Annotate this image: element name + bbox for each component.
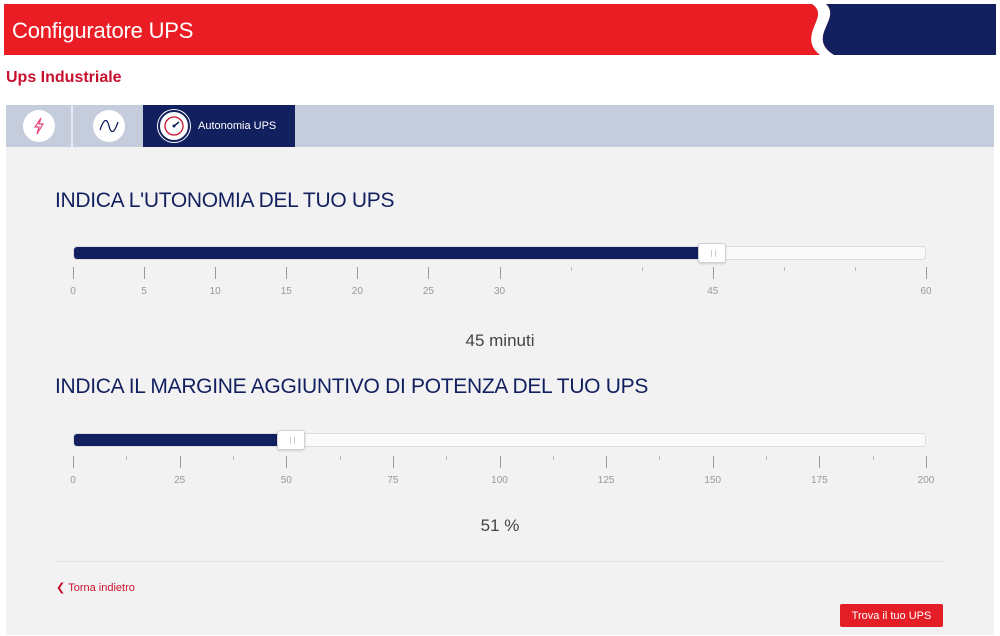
autonomy-title: INDICA L'UTONOMIA DEL TUO UPS — [55, 189, 395, 212]
minor-tick — [126, 456, 128, 460]
minor-tick — [783, 267, 785, 271]
minor-tick — [641, 267, 643, 271]
minor-tick — [232, 456, 234, 460]
major-tick — [357, 267, 359, 279]
minor-tick — [570, 267, 572, 271]
app-title: Configuratore UPS — [12, 18, 194, 43]
major-tick — [286, 267, 288, 279]
gauge-icon — [158, 110, 190, 142]
margin-scale: 0 25 50 75 100 125 150 175 200 — [70, 456, 934, 496]
minor-tick — [446, 456, 448, 460]
tick-label: 20 — [351, 286, 363, 297]
back-link-label: Torna indietro — [68, 581, 135, 594]
sine-wave-icon — [92, 110, 125, 142]
autonomy-slider[interactable] — [73, 243, 926, 263]
margin-value: 51 % — [480, 516, 520, 535]
major-tick — [926, 456, 927, 468]
tick-label: 150 — [704, 475, 722, 486]
brand-swoosh-icon — [811, 4, 996, 55]
chevron-left-icon: ❮ — [56, 582, 66, 594]
tab-waveform[interactable] — [75, 105, 142, 147]
major-tick — [428, 267, 430, 279]
tick-label: 200 — [917, 475, 935, 486]
tick-label: 100 — [491, 475, 508, 486]
major-tick — [73, 267, 74, 279]
autonomy-scale: 0 5 10 15 20 25 30 45 60 — [70, 267, 932, 307]
major-tick — [819, 456, 821, 468]
minor-tick — [552, 456, 554, 460]
tick-label: 10 — [209, 286, 221, 297]
tick-label: 45 — [707, 286, 719, 297]
tab-power[interactable] — [6, 105, 73, 147]
minor-tick — [659, 456, 661, 460]
minor-tick — [766, 456, 768, 460]
tab-autonomy[interactable]: Autonomia UPS — [143, 105, 295, 147]
autonomy-slider-handle[interactable] — [698, 243, 727, 263]
tick-label: 15 — [280, 286, 292, 297]
main-content: INDICA L'UTONOMIA DEL TUO UPS 0 5 10 15 20 25… — [6, 147, 994, 635]
major-tick — [926, 267, 927, 279]
major-tick — [73, 456, 74, 468]
major-tick — [499, 456, 501, 468]
tick-label: 25 — [174, 475, 186, 486]
major-tick — [392, 456, 394, 468]
divider — [55, 561, 945, 562]
step-tabbar: Autonomia UPS — [6, 105, 994, 147]
margin-slider[interactable] — [73, 430, 926, 450]
major-tick — [286, 456, 288, 468]
major-tick — [499, 267, 501, 279]
back-link[interactable]: ❮ Torna indietro — [56, 581, 135, 595]
tick-label: 125 — [597, 475, 615, 486]
autonomy-value: 45 minuti — [465, 331, 535, 350]
tick-label: 25 — [422, 286, 434, 297]
major-tick — [144, 267, 146, 279]
minor-tick — [872, 456, 874, 460]
tick-label: 50 — [280, 475, 292, 486]
margin-slider-fill — [74, 434, 291, 446]
margin-slider-handle[interactable] — [277, 430, 305, 450]
major-tick — [712, 456, 714, 468]
autonomy-slider-fill — [74, 247, 713, 259]
major-tick — [606, 456, 608, 468]
major-tick — [712, 267, 714, 279]
tick-label: 5 — [141, 286, 147, 297]
major-tick — [215, 267, 217, 279]
app-header: Configuratore UPS — [4, 4, 996, 55]
tick-label: 30 — [493, 286, 506, 297]
minor-tick — [854, 267, 856, 271]
page-subtitle: Ups Industriale — [6, 69, 122, 86]
tick-label: 0 — [70, 286, 76, 297]
tick-label: 0 — [70, 475, 76, 486]
major-tick — [179, 456, 181, 468]
margin-title: INDICA IL MARGINE AGGIUNTIVO DI POTENZA … — [55, 375, 649, 398]
tick-label: 60 — [920, 286, 932, 297]
tick-label: 175 — [811, 475, 828, 486]
tab-autonomy-label: Autonomia UPS — [198, 120, 277, 132]
tick-label: 75 — [387, 475, 399, 486]
find-ups-button[interactable]: Trova il tuo UPS — [840, 604, 943, 627]
minor-tick — [339, 456, 341, 460]
lightning-icon — [22, 110, 55, 142]
